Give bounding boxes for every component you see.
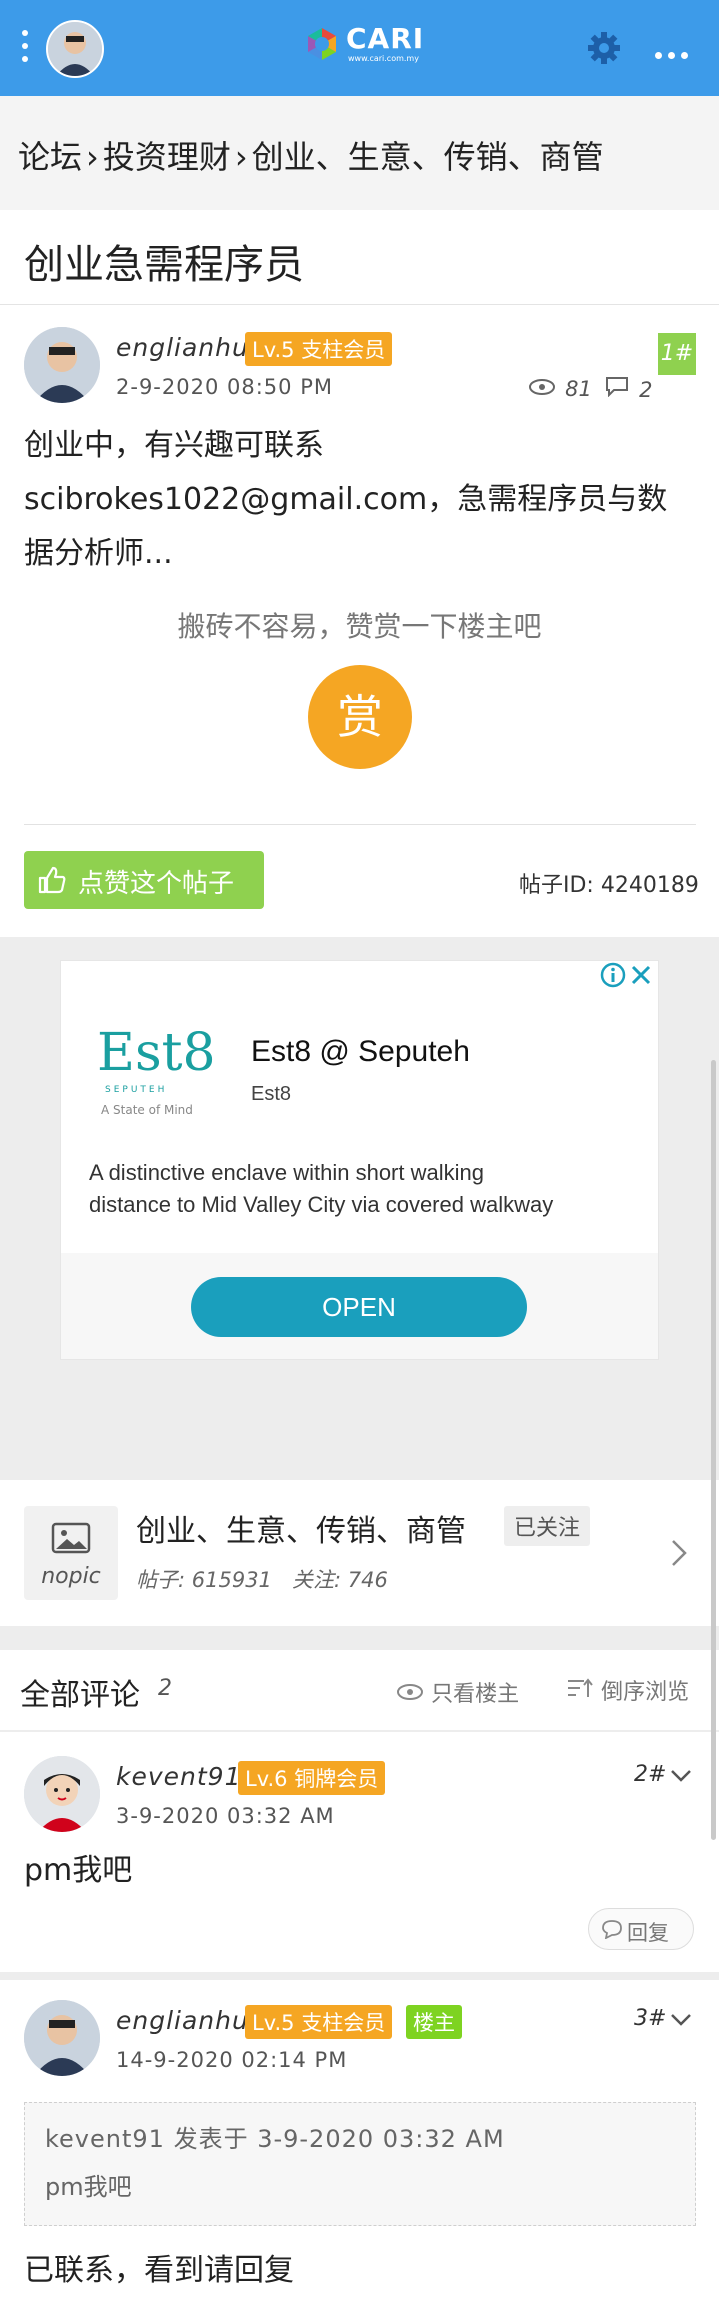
comments-count: 2 xyxy=(158,1676,172,1701)
floor-number: 1# xyxy=(658,333,696,375)
quoted-comment: kevent91 发表于 3-9-2020 03:32 AM pm我吧 xyxy=(24,2102,696,2226)
eye-icon xyxy=(529,379,555,395)
author-name[interactable]: englianhu xyxy=(116,333,249,362)
level-badge: Lv.6 铜牌会员 xyxy=(238,1761,386,1795)
ad-logo: Est8 SEPUTEH A State of Mind xyxy=(97,1023,227,1133)
thread-title: 创业急需程序员 xyxy=(24,242,304,288)
vertical-menu-icon[interactable] xyxy=(22,30,30,70)
ad-description-line: distance to Mid Valley City via covered … xyxy=(89,1192,554,1217)
commenter-name[interactable]: englianhu xyxy=(116,2006,249,2035)
comment-date: 14-9-2020 02:14 PM xyxy=(116,2048,348,2072)
comments-title: 全部评论 xyxy=(20,1678,140,1713)
ad-advertiser: Est8 xyxy=(251,1083,292,1105)
ad-description: A distinctive enclave within short walki… xyxy=(89,1157,649,1221)
comments-header: 全部评论 2 只看楼主 倒序浏览 xyxy=(0,1650,719,1730)
ad-logo-tagline: A State of Mind xyxy=(101,1103,193,1117)
settings-gear-icon[interactable] xyxy=(586,30,622,66)
logo-subtext: www.cari.com.my xyxy=(348,54,419,63)
comment-icon xyxy=(606,377,628,398)
sort-icon xyxy=(568,1678,593,1697)
image-placeholder-icon xyxy=(51,1522,91,1554)
post-date: 2-9-2020 08:50 PM xyxy=(116,375,333,399)
breadcrumb-separator-icon: › xyxy=(234,138,248,176)
follow-state-badge[interactable]: 已关注 xyxy=(504,1506,591,1546)
floor-number: 2# xyxy=(634,1762,667,1787)
divider xyxy=(24,824,696,825)
like-post-button[interactable]: 点赞这个帖子 xyxy=(24,851,264,909)
forum-thumbnail: nopic xyxy=(24,1506,118,1600)
comment-item: englianhu Lv.5 支柱会员 楼主 14-9-2020 02:14 P… xyxy=(0,1980,719,2307)
ad-headline[interactable]: Est8 @ Seputeh xyxy=(251,1035,470,1069)
replies-count: 2 xyxy=(639,378,653,402)
ad-info-icon[interactable] xyxy=(599,961,627,993)
breadcrumb-forum[interactable]: 论坛 xyxy=(18,138,82,176)
nopic-label: nopic xyxy=(41,1564,101,1589)
only-op-filter[interactable]: 只看楼主 xyxy=(396,1676,519,1708)
comment-body: 已联系，看到请回复 xyxy=(24,2253,294,2288)
chevron-down-icon[interactable] xyxy=(670,1768,692,1787)
commenter-avatar[interactable] xyxy=(24,1756,100,1832)
reward-button[interactable]: 赏 xyxy=(308,665,412,769)
thread-title-area: 创业急需程序员 xyxy=(0,210,719,305)
reverse-order-label: 倒序浏览 xyxy=(601,1680,690,1705)
commenter-name[interactable]: kevent91 xyxy=(116,1762,242,1791)
commenter-avatar[interactable] xyxy=(24,2000,100,2076)
level-badge: Lv.5 支柱会员 xyxy=(245,2005,393,2039)
breadcrumb-category[interactable]: 投资理财 xyxy=(103,138,231,176)
reverse-order-toggle[interactable]: 倒序浏览 xyxy=(566,1674,689,1706)
ad-description-line: A distinctive enclave within short walki… xyxy=(89,1160,484,1185)
chevron-down-icon[interactable] xyxy=(670,2012,692,2031)
original-post: englianhu Lv.5 支柱会员 2-9-2020 08:50 PM 1#… xyxy=(0,305,719,937)
user-avatar[interactable] xyxy=(46,20,104,78)
author-avatar[interactable] xyxy=(24,327,100,403)
comment-body: pm我吧 xyxy=(24,1853,133,1888)
forum-card[interactable]: nopic 创业、生意、传销、商管 已关注 帖子: 615931 关注: 746 xyxy=(0,1480,719,1626)
floor-number: 3# xyxy=(634,2006,667,2031)
reply-label: 回复 xyxy=(627,1921,669,1945)
quote-header: kevent91 发表于 3-9-2020 03:32 AM xyxy=(45,2125,505,2153)
ad-open-button[interactable]: OPEN xyxy=(191,1277,527,1337)
op-badge: 楼主 xyxy=(406,2005,462,2039)
breadcrumb: 论坛 › 投资理财 › 创业、生意、传销、商管 xyxy=(0,96,719,210)
quote-body: pm我吧 xyxy=(45,2173,132,2201)
breadcrumb-board[interactable]: 创业、生意、传销、商管 xyxy=(252,138,604,176)
advertisement[interactable]: Est8 SEPUTEH A State of Mind Est8 @ Sepu… xyxy=(60,960,659,1360)
scrollbar[interactable] xyxy=(711,1060,716,1840)
post-body-line: scibrokes1022@gmail.com，急需程序员与数 xyxy=(24,482,668,517)
like-button-label: 点赞这个帖子 xyxy=(78,869,235,899)
forum-followers-count: 关注: 746 xyxy=(292,1568,388,1592)
top-app-bar: CARI www.cari.com.my xyxy=(0,0,719,96)
ad-logo-sub: SEPUTEH xyxy=(105,1085,168,1095)
views-stat: 81 xyxy=(528,377,592,401)
cari-logo[interactable]: CARI www.cari.com.my xyxy=(302,20,425,70)
only-op-label: 只看楼主 xyxy=(431,1682,520,1707)
post-body-line: 创业中，有兴趣可联系 xyxy=(24,428,324,463)
eye-icon xyxy=(397,1684,423,1700)
comment-date: 3-9-2020 03:32 AM xyxy=(116,1804,335,1828)
comment-item: kevent91 Lv.6 铜牌会员 3-9-2020 03:32 AM 2# … xyxy=(0,1732,719,1972)
chevron-right-icon[interactable] xyxy=(670,1538,688,1572)
level-badge: Lv.5 支柱会员 xyxy=(245,332,393,366)
more-options-icon[interactable] xyxy=(655,44,695,59)
thumbs-up-icon xyxy=(38,866,66,894)
comment-icon xyxy=(602,1920,622,1939)
logo-text: CARI xyxy=(346,22,425,55)
post-id: 帖子ID: 4240189 xyxy=(519,873,699,898)
replies-stat: 2 xyxy=(604,375,652,402)
ad-close-icon[interactable] xyxy=(629,963,653,991)
post-body-line: 据分析师... xyxy=(24,536,173,571)
ad-logo-text: Est8 xyxy=(97,1023,216,1083)
reply-button[interactable]: 回复 xyxy=(588,1908,694,1950)
views-count: 81 xyxy=(565,377,592,401)
forum-posts-count: 帖子: 615931 xyxy=(136,1568,272,1592)
post-body: 创业中，有兴趣可联系 scibrokes1022@gmail.com，急需程序员… xyxy=(24,419,704,581)
forum-name[interactable]: 创业、生意、传销、商管 xyxy=(136,1506,466,1550)
reward-tip: 搬砖不容易，赞赏一下楼主吧 xyxy=(177,610,542,643)
breadcrumb-separator-icon: › xyxy=(86,138,99,176)
